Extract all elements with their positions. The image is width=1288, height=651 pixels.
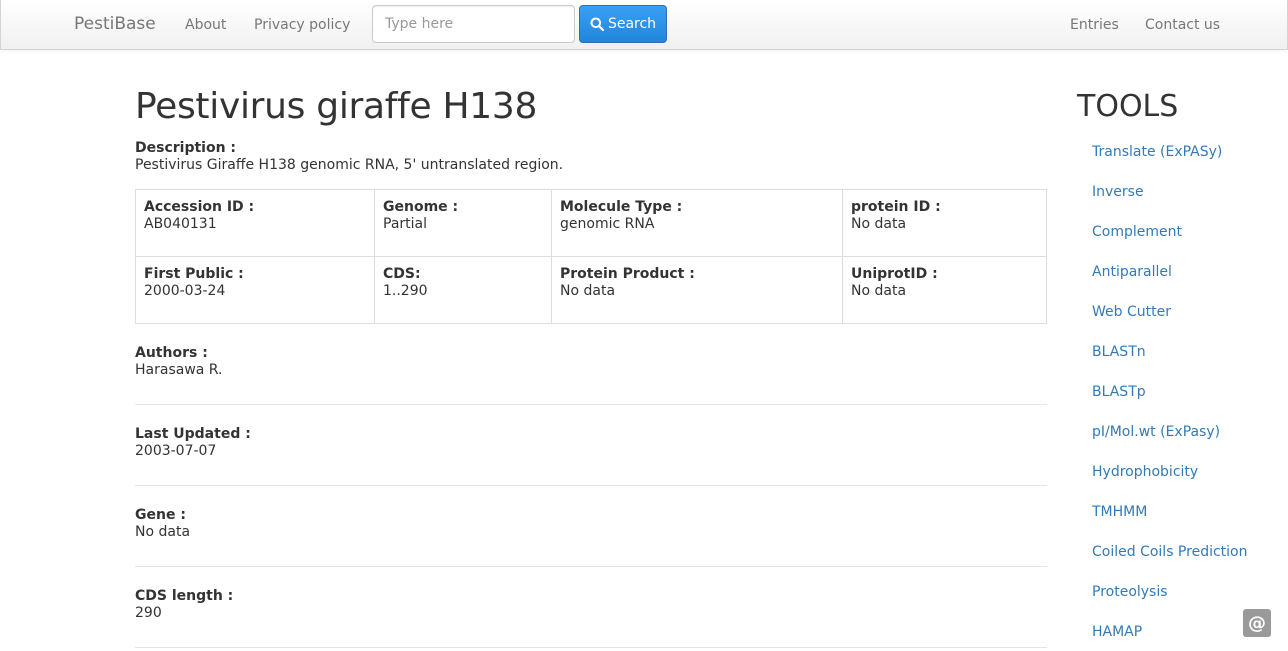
tool-link-blastp[interactable]: BLASTp (1092, 384, 1146, 400)
entry-info-table: Accession ID : AB040131 Genome : Partial… (135, 189, 1047, 324)
uniprot-id-value: No data (851, 283, 907, 299)
accession-id-cell: Accession ID : AB040131 (135, 189, 375, 257)
table-row: Accession ID : AB040131 Genome : Partial… (135, 189, 1047, 257)
nav-link-contact-us[interactable]: Contact us (1145, 17, 1220, 33)
divider (135, 485, 1047, 486)
search-icon (590, 17, 604, 31)
tool-link-inverse[interactable]: Inverse (1092, 184, 1144, 200)
genome-label: Genome : (383, 199, 459, 215)
cds-length-field: CDS length : 290 (135, 588, 1047, 621)
genome-cell: Genome : Partial (374, 189, 552, 257)
tool-link-hydrophobicity[interactable]: Hydrophobicity (1092, 464, 1198, 480)
gene-value: No data (135, 524, 191, 540)
table-row: First Public : 2000-03-24 CDS: 1..290 Pr… (135, 256, 1047, 324)
tools-heading: TOOLS (1077, 89, 1179, 124)
first-public-cell: First Public : 2000-03-24 (135, 256, 375, 324)
uniprot-id-cell: UniprotID : No data (842, 256, 1047, 324)
last-updated-label: Last Updated : (135, 426, 251, 442)
tool-link-coiled-coils-prediction[interactable]: Coiled Coils Prediction (1092, 544, 1247, 560)
first-public-label: First Public : (144, 266, 244, 282)
uniprot-id-label: UniprotID : (851, 266, 938, 282)
tool-link-hamap[interactable]: HAMAP (1092, 624, 1142, 640)
molecule-type-cell: Molecule Type : genomic RNA (551, 189, 843, 257)
divider (135, 566, 1047, 567)
tool-link-pi-mol-wt[interactable]: pI/Mol.wt (ExPasy) (1092, 424, 1220, 440)
description-block: Description : Pestivirus Giraffe H138 ge… (135, 140, 563, 173)
description-value: Pestivirus Giraffe H138 genomic RNA, 5' … (135, 157, 564, 173)
nav-link-entries[interactable]: Entries (1070, 17, 1119, 33)
accession-id-value: AB040131 (144, 216, 217, 232)
nav-link-about[interactable]: About (185, 17, 226, 33)
cds-length-label: CDS length : (135, 588, 234, 604)
tool-link-complement[interactable]: Complement (1092, 224, 1182, 240)
authors-field: Authors : Harasawa R. (135, 345, 1047, 378)
divider (135, 404, 1047, 405)
page-title: Pestivirus giraffe H138 (135, 86, 538, 127)
authors-value: Harasawa R. (135, 362, 223, 378)
tool-link-proteolysis[interactable]: Proteolysis (1092, 584, 1168, 600)
protein-id-label: protein ID : (851, 199, 941, 215)
top-navbar: PestiBase About Privacy policy Search En… (0, 0, 1288, 50)
last-updated-field: Last Updated : 2003-07-07 (135, 426, 1047, 459)
description-label: Description : (135, 140, 237, 156)
cds-label: CDS: (383, 266, 421, 282)
protein-product-value: No data (560, 283, 616, 299)
tool-link-translate[interactable]: Translate (ExPASy) (1092, 144, 1222, 160)
cds-length-value: 290 (135, 605, 162, 621)
search-button[interactable]: Search (579, 5, 667, 43)
protein-id-value: No data (851, 216, 907, 232)
genome-value: Partial (383, 216, 427, 232)
divider (135, 647, 1047, 648)
tool-link-antiparallel[interactable]: Antiparallel (1092, 264, 1172, 280)
molecule-type-label: Molecule Type : (560, 199, 683, 215)
search-input[interactable] (372, 5, 575, 43)
authors-label: Authors : (135, 345, 208, 361)
cds-value: 1..290 (383, 283, 428, 299)
brand-link[interactable]: PestiBase (74, 14, 156, 34)
at-sign-icon[interactable]: @ (1243, 609, 1271, 637)
tool-link-web-cutter[interactable]: Web Cutter (1092, 304, 1171, 320)
first-public-value: 2000-03-24 (144, 283, 226, 299)
gene-field: Gene : No data (135, 507, 1047, 540)
cds-cell: CDS: 1..290 (374, 256, 552, 324)
accession-id-label: Accession ID : (144, 199, 255, 215)
gene-label: Gene : (135, 507, 186, 523)
tool-link-blastn[interactable]: BLASTn (1092, 344, 1146, 360)
last-updated-value: 2003-07-07 (135, 443, 217, 459)
protein-product-cell: Protein Product : No data (551, 256, 843, 324)
molecule-type-value: genomic RNA (560, 216, 655, 232)
search-button-label: Search (607, 16, 657, 32)
protein-product-label: Protein Product : (560, 266, 695, 282)
tool-link-tmhmm[interactable]: TMHMM (1092, 504, 1147, 520)
nav-link-privacy-policy[interactable]: Privacy policy (254, 17, 350, 33)
protein-id-cell: protein ID : No data (842, 189, 1047, 257)
